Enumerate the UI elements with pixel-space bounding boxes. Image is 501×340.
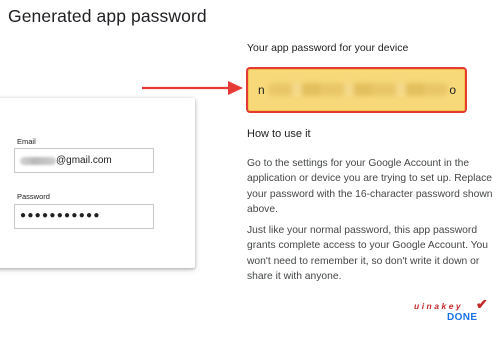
checkmark-icon: ✔ <box>476 296 488 312</box>
login-card-illustration: Email @gmail.com Password ●●●●●●●●●●● <box>0 98 195 268</box>
app-password-last-char: o <box>449 83 456 97</box>
email-field: @gmail.com <box>14 148 154 173</box>
red-arrow-icon <box>142 81 243 95</box>
redacted-app-password <box>268 83 448 96</box>
howto-title: How to use it <box>247 128 311 140</box>
howto-paragraph-1: Go to the settings for your Google Accou… <box>247 158 493 215</box>
redacted-email-user <box>20 157 56 165</box>
password-label: Password <box>17 192 50 201</box>
dialog-title: Generated app password <box>8 6 207 26</box>
email-label: Email <box>17 137 36 146</box>
password-field: ●●●●●●●●●●● <box>14 204 154 229</box>
email-value: @gmail.com <box>56 155 112 166</box>
app-password-box[interactable]: n o <box>246 67 467 113</box>
watermark-logo: uinakey <box>414 301 464 311</box>
app-password-first-char: n <box>258 83 265 97</box>
howto-paragraph-2: Just like your normal password, this app… <box>247 225 488 282</box>
app-password-heading: Your app password for your device <box>247 42 409 54</box>
done-button[interactable]: DONE <box>447 312 478 323</box>
password-value: ●●●●●●●●●●● <box>20 210 101 221</box>
